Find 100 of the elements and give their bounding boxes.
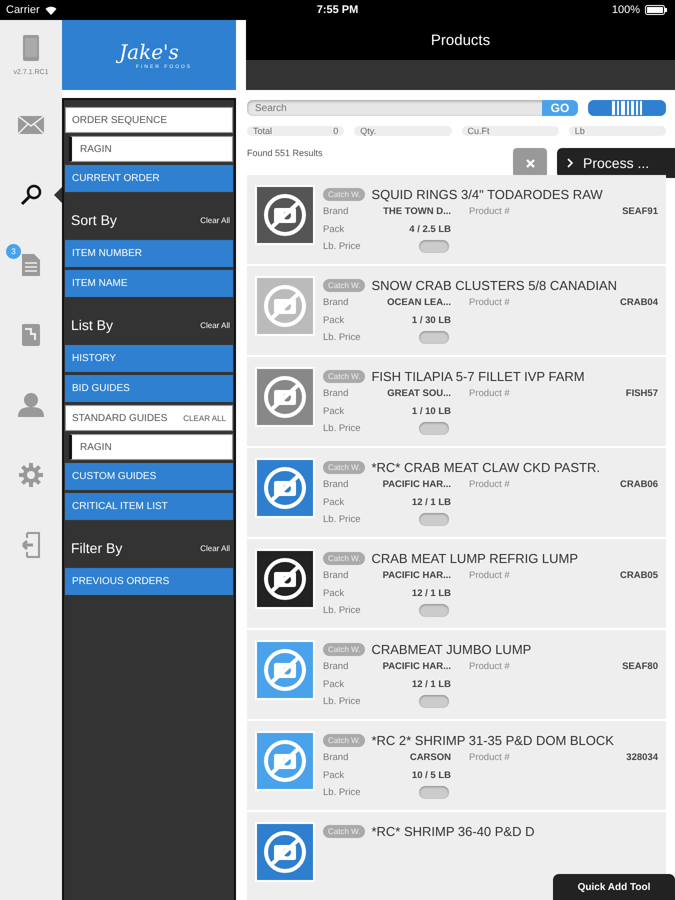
- product-number-label: Product #: [469, 388, 511, 400]
- pack-value: 12 / 1 LB: [410, 496, 451, 508]
- price-field[interactable]: [419, 786, 449, 800]
- barcode-icon: [612, 101, 642, 115]
- person-icon: [18, 393, 44, 417]
- product-row[interactable]: Catch W. SNOW CRAB CLUSTERS 5/8 CANADIAN Brand OCEAN LEA... Product # CRAB04 Pack 1 / 30 LB Lb. Price: [247, 266, 666, 357]
- product-name: CRAB MEAT LUMP REFRIG LUMP: [371, 550, 578, 566]
- product-number: CRAB05: [618, 570, 658, 582]
- product-number-label: Product #: [469, 661, 511, 672]
- chevron-icon: [567, 158, 573, 168]
- section-heading: Sort By: [71, 212, 117, 228]
- product-number-label: Product #: [469, 570, 511, 582]
- pack-label: Pack: [323, 678, 346, 690]
- brand-value: PACIFIC HAR...: [382, 479, 451, 490]
- documents-icon: [22, 324, 40, 346]
- product-name: *RC* SHRIMP 36-40 P&D D: [371, 824, 534, 838]
- brand-label: Brand: [323, 661, 350, 672]
- product-number: CRAB04: [618, 297, 658, 308]
- brand-value: PACIFIC HAR...: [382, 661, 451, 672]
- guide-field[interactable]: ORDER SEQUENCE: [65, 107, 233, 133]
- total-label: Cu.Ft: [468, 126, 490, 136]
- brand-label: Brand: [323, 206, 350, 218]
- clock: 7:55 PM: [316, 4, 360, 16]
- page-title: Products: [430, 32, 490, 48]
- pack-label: Pack: [323, 770, 346, 781]
- guide-field[interactable]: STANDARD GUIDES CLEAR ALL: [65, 405, 233, 431]
- brand-label: Brand: [323, 752, 350, 764]
- field-label: STANDARD GUIDES: [72, 412, 168, 424]
- section-heading: List By: [71, 317, 114, 333]
- filter-option[interactable]: CURRENT ORDER: [65, 165, 233, 192]
- catch-weight-tag: Catch W.: [323, 824, 366, 838]
- document-icon: [22, 254, 40, 276]
- filter-option[interactable]: ITEM NUMBER: [65, 240, 233, 267]
- filter-option[interactable]: CRITICAL ITEM LIST: [65, 493, 233, 520]
- price-field[interactable]: [419, 695, 449, 708]
- brand-label: Brand: [323, 479, 350, 490]
- brand-value: THE TOWN D...: [382, 206, 451, 218]
- product-number-label: Product #: [469, 479, 511, 490]
- brand-value: OCEAN LEA...: [386, 297, 451, 308]
- close-button[interactable]: [513, 148, 547, 178]
- price-label: Lb. Price: [323, 332, 362, 344]
- filter-option[interactable]: ITEM NAME: [65, 270, 233, 297]
- logout-icon: [21, 532, 41, 558]
- catch-weight-tag: Catch W.: [323, 552, 366, 564]
- process-button[interactable]: Process ...: [557, 148, 675, 178]
- product-row[interactable]: Catch W. SQUID RINGS 3/4" TODARODES RAW Brand THE TOWN D... Product # SEAF91 Pack 4 / 2.5 LB Lb. Price: [247, 175, 666, 266]
- price-field[interactable]: [419, 604, 449, 618]
- price-field[interactable]: [419, 331, 449, 344]
- product-number-label: Product #: [469, 297, 511, 308]
- price-label: Lb. Price: [323, 514, 362, 526]
- product-number: CRAB06: [618, 479, 658, 490]
- product-name: SQUID RINGS 3/4" TODARODES RAW: [371, 186, 603, 202]
- barcode-scan-button[interactable]: [588, 100, 666, 116]
- product-row[interactable]: Catch W. *RC 2* SHRIMP 31-35 P&D DOM BLOCK Brand CARSON Product # 328034 Pack 10 / 5 LB Lb. Price: [247, 721, 666, 812]
- product-number: SEAF91: [621, 206, 658, 218]
- customer-field[interactable]: RAGIN: [69, 136, 233, 162]
- product-name: SNOW CRAB CLUSTERS 5/8 CANADIAN: [371, 278, 618, 292]
- pack-value: 12 / 1 LB: [410, 588, 451, 599]
- filter-option[interactable]: HISTORY: [65, 345, 233, 372]
- product-row[interactable]: Catch W. CRABMEAT JUMBO LUMP Brand PACIFIC HAR... Product # SEAF80 Pack 12 / 1 LB Lb. Price: [247, 630, 666, 721]
- price-label: Lb. Price: [323, 241, 362, 252]
- count-badge: 3: [6, 244, 21, 259]
- pack-label: Pack: [323, 496, 346, 508]
- product-row[interactable]: Catch W. CRAB MEAT LUMP REFRIG LUMP Brand PACIFIC HAR... Product # CRAB05 Pack 12 / 1 LB Lb. Price: [247, 539, 666, 630]
- brand-value: PACIFIC HAR...: [382, 570, 451, 582]
- mail-icon: [18, 116, 44, 134]
- quick-add-button[interactable]: Quick Add Tool: [553, 874, 675, 900]
- product-name: *RC* CRAB MEAT CLAW CKD PASTR.: [371, 460, 600, 474]
- pack-label: Pack: [323, 406, 346, 417]
- section-heading: Filter By: [71, 540, 122, 556]
- clear-all-link[interactable]: Clear All: [200, 320, 230, 330]
- clear-all-link[interactable]: Clear All: [200, 216, 230, 224]
- battery-icon: [645, 5, 667, 15]
- price-label: Lb. Price: [323, 787, 362, 798]
- brand-value: CARSON: [408, 752, 451, 764]
- product-row[interactable]: Catch W. FISH TILAPIA 5-7 FILLET IVP FARM Brand GREAT SOU... Product # FISH57 Pack 1 / 10 LB Lb. Price: [247, 357, 666, 448]
- filter-option[interactable]: CUSTOM GUIDES: [65, 463, 233, 490]
- filter-option[interactable]: BID GUIDES: [65, 375, 233, 402]
- filter-option[interactable]: PREVIOUS ORDERS: [65, 568, 233, 595]
- price-field[interactable]: [419, 422, 449, 436]
- close-icon: [526, 158, 534, 168]
- product-row[interactable]: Catch W. *RC* CRAB MEAT CLAW CKD PASTR. Brand PACIFIC HAR... Product # CRAB06 Pack 12 / 1 LB Lb. Price: [247, 448, 666, 539]
- product-number: 328034: [625, 752, 658, 764]
- total-value: 0: [333, 126, 338, 136]
- clear-all-link[interactable]: Clear All: [200, 544, 230, 552]
- pack-label: Pack: [323, 314, 346, 326]
- clear-all-link[interactable]: CLEAR ALL: [183, 414, 226, 422]
- brand-label: Brand: [323, 388, 350, 400]
- price-label: Lb. Price: [323, 605, 362, 616]
- customer-field[interactable]: RAGIN: [69, 434, 233, 460]
- catch-weight-tag: Catch W.: [323, 370, 366, 382]
- field-label: ORDER SEQUENCE: [72, 114, 168, 126]
- price-field[interactable]: [419, 240, 449, 254]
- pack-value: 4 / 2.5 LB: [408, 224, 451, 235]
- search-icon: [20, 184, 42, 206]
- price-field[interactable]: [419, 513, 449, 526]
- results-count: Found 551 Results: [247, 148, 323, 160]
- price-label: Lb. Price: [323, 696, 362, 708]
- carrier-label: Carrier: [6, 4, 40, 16]
- pack-label: Pack: [323, 224, 346, 235]
